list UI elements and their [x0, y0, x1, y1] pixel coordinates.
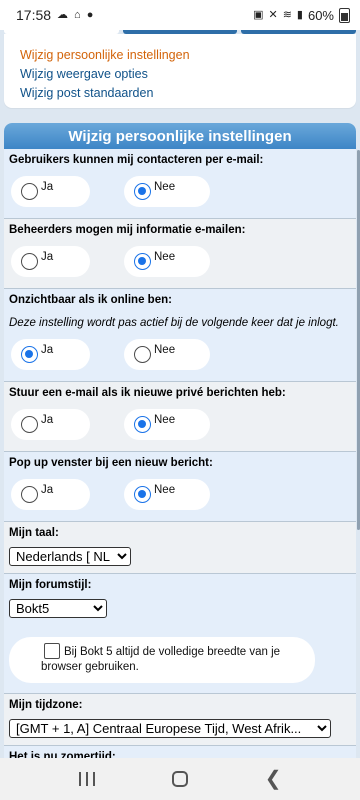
system-nav-bar: ❮ — [0, 758, 360, 800]
setting-label: Onzichtbaar als ik online ben: — [9, 294, 172, 306]
option-nee[interactable]: Nee — [124, 176, 210, 207]
radio-nee[interactable] — [134, 253, 151, 270]
setting-label: Stuur een e-mail als ik nieuwe privé ber… — [9, 387, 286, 399]
full-width-label: Bij Bokt 5 altijd de volledige breedte v… — [41, 646, 281, 673]
radio-ja[interactable] — [21, 486, 38, 503]
microphone-icon: ● — [86, 8, 94, 21]
settings-panel: Wijzig persoonlijke instellingen Gebruik… — [4, 123, 356, 758]
full-width-option[interactable]: Bij Bokt 5 altijd de volledige breedte v… — [9, 637, 315, 683]
setting-description: Deze instelling wordt pas actief bij de … — [9, 317, 339, 329]
timezone-select[interactable]: [GMT + 1, A] Centraal Europese Tijd, Wes… — [9, 719, 331, 738]
status-time: 17:58 — [16, 7, 52, 23]
language-label: Mijn taal: — [9, 527, 59, 539]
radio-nee[interactable] — [134, 486, 151, 503]
radio-ja[interactable] — [21, 346, 38, 363]
option-nee[interactable]: Nee — [124, 409, 210, 440]
radio-ja[interactable] — [21, 183, 38, 200]
setting-row-timezone: Mijn tijdzone: [GMT + 1, A] Centraal Eur… — [4, 694, 356, 746]
wifi-icon: ≋ — [282, 8, 292, 21]
home-icon: ⌂ — [74, 8, 81, 21]
radio-ja[interactable] — [21, 253, 38, 270]
setting-row-email-contact: Gebruikers kunnen mij contacteren per e-… — [4, 149, 356, 219]
cloud-icon: ☁ — [57, 8, 69, 21]
signal-icon: ▮ — [296, 8, 303, 21]
setting-row-dst: Het is nu zomertijd: — [4, 746, 356, 758]
setting-row-language: Mijn taal: Nederlands [ NL ] — [4, 522, 356, 574]
page-content: Wijzig persoonlijke instellingen Wijzig … — [0, 30, 360, 758]
status-bar: 17:58 ☁ ⌂ ● ▣ ✕ ≋ ▮ 60% — [0, 0, 360, 30]
setting-row-popup: Pop up venster bij een nieuw bericht: Ja… — [4, 452, 356, 522]
radio-nee[interactable] — [134, 416, 151, 433]
option-ja[interactable]: Ja — [11, 339, 90, 370]
setting-label: Gebruikers kunnen mij contacteren per e-… — [9, 154, 264, 166]
setting-row-invisible: Onzichtbaar als ik online ben: Deze inst… — [4, 289, 356, 382]
recent-apps-icon[interactable] — [78, 772, 95, 786]
settings-menu: Wijzig persoonlijke instellingen Wijzig … — [4, 34, 356, 108]
option-nee[interactable]: Nee — [124, 246, 210, 277]
back-icon[interactable]: ❮ — [265, 769, 282, 789]
battery-icon — [339, 7, 350, 23]
timezone-label: Mijn tijdzone: — [9, 699, 83, 711]
radio-nee[interactable] — [134, 183, 151, 200]
setting-row-admin-email: Beheerders mogen mij informatie e-mailen… — [4, 219, 356, 289]
panel-title: Wijzig persoonlijke instellingen — [4, 123, 356, 149]
radio-nee[interactable] — [134, 346, 151, 363]
dst-label: Het is nu zomertijd: — [9, 751, 116, 758]
link-post-defaults[interactable]: Wijzig post standaarden — [20, 84, 356, 103]
home-button-icon[interactable] — [171, 771, 188, 787]
setting-label: Beheerders mogen mij informatie e-mailen… — [9, 224, 246, 236]
link-display-options[interactable]: Wijzig weergave opties — [20, 65, 356, 84]
link-personal-settings[interactable]: Wijzig persoonlijke instellingen — [20, 46, 356, 65]
option-ja[interactable]: Ja — [11, 246, 90, 277]
forumstyle-label: Mijn forumstijl: — [9, 579, 92, 591]
option-nee[interactable]: Nee — [124, 339, 210, 370]
option-ja[interactable]: Ja — [11, 409, 90, 440]
option-ja[interactable]: Ja — [11, 479, 90, 510]
setting-label: Pop up venster bij een nieuw bericht: — [9, 457, 213, 469]
language-select[interactable]: Nederlands [ NL ] — [9, 547, 131, 566]
setting-row-forumstyle: Mijn forumstijl: Bokt5 Bij Bokt 5 altijd… — [4, 574, 356, 694]
mute-icon: ✕ — [268, 8, 278, 21]
battery-percentage: 60% — [307, 7, 334, 23]
setting-row-pm-email: Stuur een e-mail als ik nieuwe privé ber… — [4, 382, 356, 452]
radio-ja[interactable] — [21, 416, 38, 433]
option-nee[interactable]: Nee — [124, 479, 210, 510]
option-ja[interactable]: Ja — [11, 176, 90, 207]
lock-icon: ▣ — [253, 8, 264, 21]
forumstyle-select[interactable]: Bokt5 — [9, 599, 107, 618]
